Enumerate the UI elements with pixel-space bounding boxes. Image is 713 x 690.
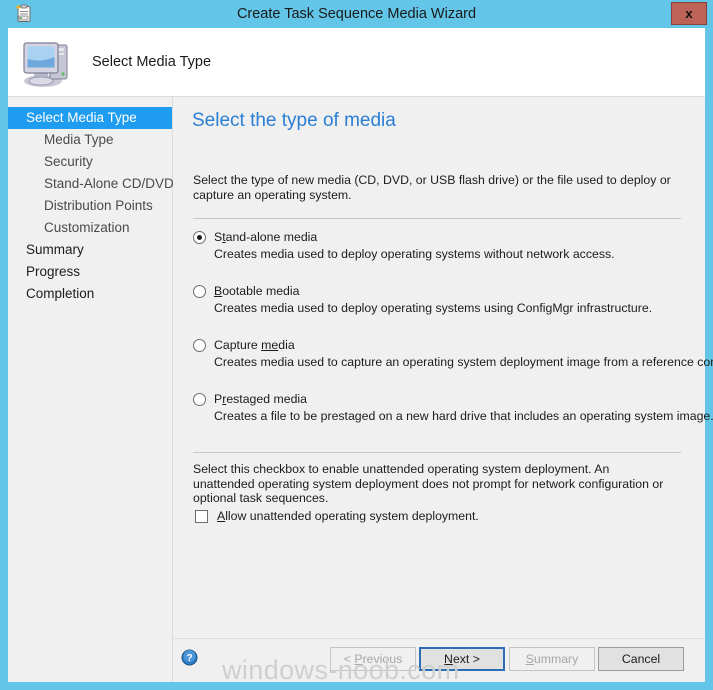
wizard-footer: ? < Previous Next > Summary Cancel (173, 638, 705, 682)
option-label-stand-alone-media[interactable]: Stand-alone media (214, 230, 317, 244)
accelerator-key: N (444, 652, 453, 666)
sidebar-item-distribution-points[interactable]: Distribution Points (8, 195, 172, 217)
radio-stand-alone-media[interactable] (193, 231, 206, 244)
sidebar-item-label: Security (44, 154, 93, 169)
wizard-header: Select Media Type (8, 28, 705, 97)
window-bottom-border (0, 682, 713, 690)
accelerator-key: r (222, 392, 227, 406)
unattended-help-text: Select this checkbox to enable unattende… (193, 462, 664, 505)
sidebar-item-label: Summary (26, 242, 84, 257)
sidebar-item-label: Media Type (44, 132, 114, 147)
sidebar-item-label: Customization (44, 220, 130, 235)
accelerator-key: S (525, 652, 534, 666)
computer-icon (20, 35, 76, 89)
radio-bootable-media[interactable] (193, 285, 206, 298)
accelerator-key: me (261, 338, 279, 352)
cancel-button[interactable]: Cancel (598, 647, 684, 671)
unattended-checkbox-label[interactable]: Allow unattended operating system deploy… (217, 509, 479, 523)
sidebar-item-progress[interactable]: Progress (8, 261, 172, 283)
previous-button[interactable]: < Previous (330, 647, 416, 671)
option-label-prestaged-media[interactable]: Prestaged media (214, 392, 307, 406)
radio-prestaged-media[interactable] (193, 393, 206, 406)
sidebar-item-label: Completion (26, 286, 95, 301)
sidebar-item-select-media-type[interactable]: Select Media Type (8, 107, 172, 129)
option-label-capture-media[interactable]: Capture media (214, 338, 295, 352)
page-title: Select the type of media (192, 110, 396, 131)
option-description-prestaged-media: Creates a file to be prestaged on a new … (214, 409, 713, 423)
intro-text: Select the type of new media (CD, DVD, o… (193, 173, 671, 202)
sidebar-item-security[interactable]: Security (8, 151, 172, 173)
title-bar: Create Task Sequence Media Wizard x (0, 0, 713, 28)
header-title: Select Media Type (92, 54, 212, 70)
accelerator-key: B (214, 284, 223, 298)
window-title: Create Task Sequence Media Wizard (236, 6, 477, 22)
sidebar-item-completion[interactable]: Completion (8, 283, 172, 305)
wizard-sidebar: Select Media Type Media Type Security Stand… (8, 97, 174, 682)
wizard-content: Select the type of media Select the type… (173, 97, 713, 682)
sidebar-item-label: Stand-Alone CD/DVD (44, 176, 174, 191)
sidebar-item-label: Progress (26, 264, 81, 279)
sidebar-item-stand-alone-cd-dvd[interactable]: Stand-Alone CD/DVD (8, 173, 174, 195)
option-description-capture-media: Creates media used to capture an operati… (214, 355, 713, 369)
accelerator-key: t (222, 230, 226, 244)
sidebar-item-summary[interactable]: Summary (8, 239, 172, 261)
help-icon[interactable]: ? (181, 649, 198, 666)
unattended-checkbox[interactable] (195, 510, 208, 523)
wizard-window: Create Task Sequence Media Wizard x Sele… (0, 0, 713, 690)
option-description-bootable-media: Creates media used to deploy operating s… (214, 301, 653, 315)
sidebar-item-media-type[interactable]: Media Type (8, 129, 172, 151)
option-description-stand-alone-media: Creates media used to deploy operating s… (214, 247, 615, 261)
accelerator-key: A (217, 509, 226, 523)
accelerator-key: P (354, 652, 363, 666)
divider-top (193, 218, 681, 219)
sidebar-item-label: Distribution Points (44, 198, 153, 213)
divider-bottom (193, 452, 681, 453)
svg-text:?: ? (186, 653, 192, 664)
radio-capture-media[interactable] (193, 339, 206, 352)
sidebar-item-customization[interactable]: Customization (8, 217, 172, 239)
option-label-bootable-media[interactable]: Bootable media (214, 284, 299, 298)
close-button[interactable]: x (671, 2, 707, 25)
next-button[interactable]: Next > (419, 647, 505, 671)
sidebar-nav-list: Select Media Type Media Type Security Stand… (8, 97, 174, 305)
sidebar-item-label: Select Media Type (26, 110, 137, 125)
summary-button[interactable]: Summary (509, 647, 595, 671)
